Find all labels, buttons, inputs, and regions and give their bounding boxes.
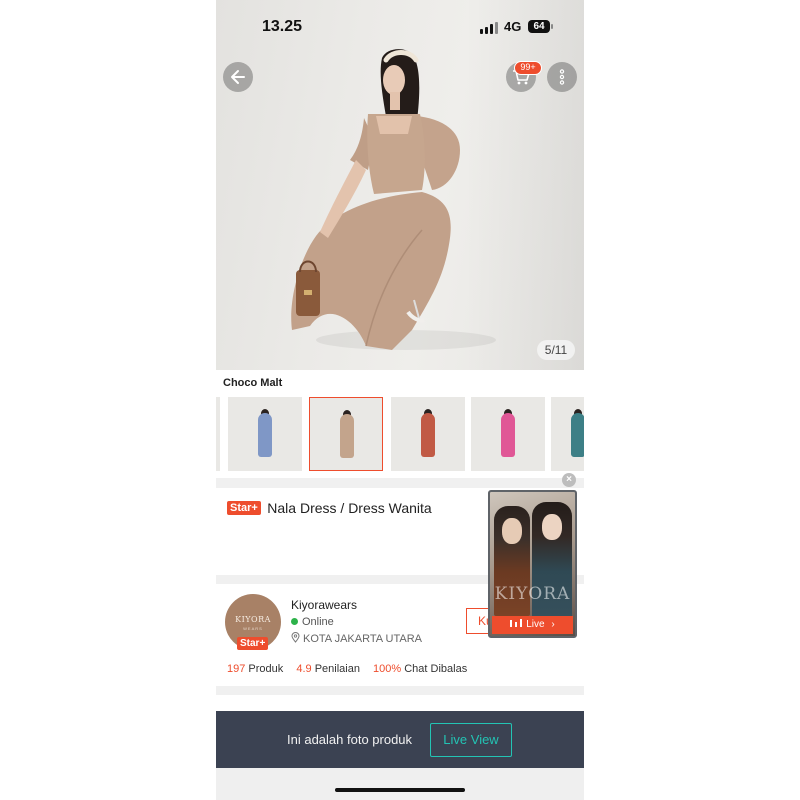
- live-view-button[interactable]: Live View: [430, 723, 512, 757]
- network-type: 4G: [504, 19, 522, 34]
- variant-thumbnail[interactable]: [216, 397, 220, 471]
- bottom-area: [216, 768, 584, 800]
- chevron-right-icon: ›: [551, 619, 555, 630]
- live-bars-icon: [510, 619, 523, 627]
- online-dot-icon: [291, 618, 298, 625]
- thumb-model-dress: [501, 413, 515, 457]
- live-label: Live: [526, 619, 545, 630]
- product-title-row: Star+ Nala Dress / Dress Wanita: [227, 500, 487, 518]
- section-divider: [216, 686, 584, 695]
- shop-star-plus-badge: Star+: [237, 637, 269, 650]
- thumb-model-dress: [340, 414, 354, 458]
- shop-online-status: Online: [291, 616, 334, 628]
- status-bar: 13.25 4G 64: [216, 0, 584, 52]
- live-video-pip[interactable]: KIYORA Live ›: [488, 490, 577, 638]
- arrow-left-icon: [231, 70, 245, 84]
- section-divider: [216, 478, 584, 488]
- stat-products: 197 Produk: [227, 663, 284, 675]
- product-main-image[interactable]: 13.25 4G 64 99+ 5/11: [216, 0, 584, 370]
- variant-thumbnail[interactable]: [391, 397, 465, 471]
- status-time: 13.25: [262, 18, 303, 35]
- variant-thumbnail[interactable]: [471, 397, 545, 471]
- shop-stats: 197 Produk 4.9 Penilaian 100% Chat Dibal…: [227, 663, 477, 675]
- shop-logo-text: KIYORA: [235, 615, 271, 624]
- selected-variant-name: Choco Malt: [223, 377, 283, 389]
- signal-icon: [480, 22, 498, 34]
- live-button[interactable]: Live ›: [492, 616, 573, 634]
- shop-logo-subtext: WEARS: [243, 626, 263, 631]
- variant-thumbnail-selected[interactable]: [309, 397, 383, 471]
- variant-thumbnail[interactable]: [551, 397, 584, 471]
- more-vertical-icon: [559, 69, 565, 85]
- cart-count-badge: 99+: [514, 61, 542, 75]
- location-text: KOTA JAKARTA UTARA: [303, 633, 422, 645]
- model-photo: [291, 49, 496, 350]
- live-video-frame: KIYORA: [490, 492, 575, 636]
- battery-icon: 64: [528, 20, 553, 33]
- more-options-button[interactable]: [547, 62, 577, 92]
- home-indicator[interactable]: [335, 788, 465, 792]
- thumb-model-dress: [571, 413, 584, 457]
- product-page: 13.25 4G 64 99+ 5/11 Choco Malt Star+ Na…: [216, 0, 584, 800]
- back-button[interactable]: [223, 62, 253, 92]
- live-model-face: [542, 514, 562, 540]
- location-pin-icon: [291, 632, 300, 643]
- online-text: Online: [302, 616, 334, 628]
- variant-thumbnails: [216, 397, 584, 471]
- star-plus-badge: Star+: [227, 501, 261, 515]
- product-title: Nala Dress / Dress Wanita: [267, 500, 432, 516]
- image-counter: 5/11: [537, 340, 575, 360]
- thumb-model-dress: [421, 413, 435, 457]
- stat-chat-response: 100% Chat Dibalas: [373, 663, 468, 675]
- live-brand-watermark: KIYORA: [494, 584, 571, 604]
- banner-text: Ini adalah foto produk: [287, 732, 413, 747]
- close-live-video-icon[interactable]: ×: [562, 473, 576, 487]
- shop-name[interactable]: Kiyorawears: [291, 598, 357, 612]
- stat-rating: 4.9 Penilaian: [296, 663, 360, 675]
- live-view-banner: Ini adalah foto produk Live View: [216, 711, 584, 768]
- variant-thumbnail[interactable]: [228, 397, 302, 471]
- thumb-model-dress: [258, 413, 272, 457]
- shop-location: KOTA JAKARTA UTARA: [291, 632, 422, 645]
- live-model-face: [502, 518, 522, 544]
